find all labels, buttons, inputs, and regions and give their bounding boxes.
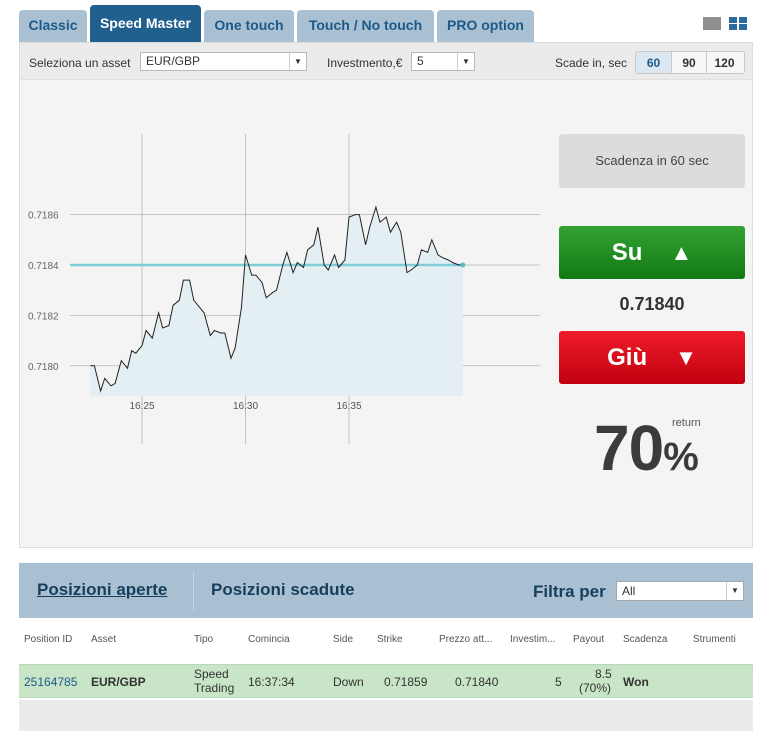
expiry-label: Scade in, sec: [555, 56, 628, 70]
asset-select[interactable]: EUR/GBP ▼: [140, 52, 307, 71]
row-current-price: 0.71840: [455, 675, 499, 689]
y-tick-label: 0.7182: [28, 311, 59, 322]
current-price: 0.71840: [619, 294, 685, 314]
col-start: Comincia: [248, 634, 290, 645]
single-view-icon[interactable]: [702, 17, 721, 31]
tab-one-touch[interactable]: One touch: [204, 10, 294, 42]
tab-open-positions[interactable]: Posizioni aperte: [37, 580, 167, 600]
row-side: Down: [333, 675, 364, 689]
table-row[interactable]: 25164785 EUR/GBP Speed Trading 16:37:34 …: [19, 664, 753, 698]
row-start: 16:37:34: [248, 675, 295, 689]
col-asset: Asset: [91, 634, 117, 645]
x-tick-label: 16:35: [336, 401, 361, 412]
expiry-120-button[interactable]: 120: [706, 52, 742, 73]
y-tick-label: 0.7184: [28, 261, 59, 272]
row-payout-percent: (70%): [579, 681, 612, 695]
col-side: Side: [333, 634, 354, 645]
view-switcher: [699, 15, 747, 33]
col-investment: Investim...: [510, 634, 556, 645]
tab-speed-master[interactable]: Speed Master: [90, 5, 201, 42]
asset-label: Seleziona un asset: [29, 56, 131, 70]
tab-pro-option[interactable]: PRO option: [437, 10, 534, 42]
col-current-price: Prezzo att...: [439, 634, 493, 645]
row-payout-amount: 8.5: [595, 667, 612, 681]
row-type-line2: Trading: [194, 681, 235, 695]
expiry-seconds-toggle: 60 90 120: [635, 51, 745, 74]
investment-select[interactable]: 5 ▼: [411, 52, 475, 71]
col-tools: Strumenti: [693, 634, 736, 645]
chevron-down-icon: ▼: [289, 53, 306, 70]
expiry-90-button[interactable]: 90: [671, 52, 706, 73]
filter-label: Filtra per: [533, 582, 606, 601]
up-button-label: Su: [611, 238, 643, 266]
tab-classic[interactable]: Classic: [19, 10, 87, 42]
investment-label: Investmento,€: [327, 56, 403, 70]
expiry-60-button[interactable]: 60: [636, 52, 671, 73]
up-button[interactable]: Su ▲: [559, 226, 745, 279]
row-type-line1: Speed: [194, 667, 229, 681]
row-expiry-status: Won: [623, 675, 649, 689]
product-tabs: Classic Speed Master One touch Touch / N…: [0, 0, 767, 42]
filter-select-value: All: [622, 584, 636, 598]
return-percent-sign: %: [663, 435, 699, 479]
col-expiry: Scadenza: [623, 634, 668, 645]
chevron-down-icon: ▼: [726, 582, 743, 600]
tab-touch-no-touch[interactable]: Touch / No touch: [297, 10, 434, 42]
trading-panel: Seleziona un asset EUR/GBP ▼ Investmento…: [19, 42, 753, 548]
current-price-marker: [460, 262, 466, 268]
return-label: return: [672, 417, 701, 429]
investment-select-value: 5: [417, 54, 424, 68]
positions-table-header: Position ID Asset Tipo Comincia Side Str…: [19, 618, 753, 662]
expiry-countdown: Scadenza in 60 sec: [559, 134, 745, 188]
price-area: [90, 207, 463, 396]
arrow-down-icon: ▼: [675, 344, 697, 370]
tab-divider: [193, 571, 194, 611]
grid-view-icon[interactable]: [729, 17, 747, 31]
tab-expired-positions[interactable]: Posizioni scadute: [211, 580, 355, 600]
asset-select-value: EUR/GBP: [146, 54, 201, 68]
y-tick-label: 0.7186: [28, 211, 59, 222]
col-position-id: Position ID: [24, 634, 73, 645]
y-tick-label: 0.7180: [28, 362, 59, 373]
col-strike: Strike: [377, 634, 403, 645]
down-button[interactable]: Giù ▼: [559, 331, 745, 384]
positions-header: Posizioni aperte Posizioni scadute Filtr…: [19, 563, 753, 618]
row-strike: 0.71859: [384, 675, 428, 689]
arrow-up-icon: ▲: [670, 239, 693, 265]
return-value: 70: [594, 412, 664, 484]
row-position-id[interactable]: 25164785: [24, 675, 77, 689]
price-chart: 0.7180 0.7182 0.7184 0.7186 16:25 16:30 16:35: [28, 134, 540, 444]
filter-select[interactable]: All ▼: [616, 581, 744, 601]
row-investment: 5: [555, 675, 562, 689]
trade-toolbar: Seleziona un asset EUR/GBP ▼ Investmento…: [20, 43, 752, 80]
col-type: Tipo: [194, 634, 214, 645]
chevron-down-icon: ▼: [457, 53, 474, 70]
down-button-label: Giù: [607, 343, 648, 371]
row-asset: EUR/GBP: [91, 675, 146, 689]
table-footer: [19, 700, 753, 731]
x-tick-label: 16:30: [233, 401, 258, 412]
col-payout: Payout: [573, 634, 605, 645]
x-tick-label: 16:25: [129, 401, 154, 412]
